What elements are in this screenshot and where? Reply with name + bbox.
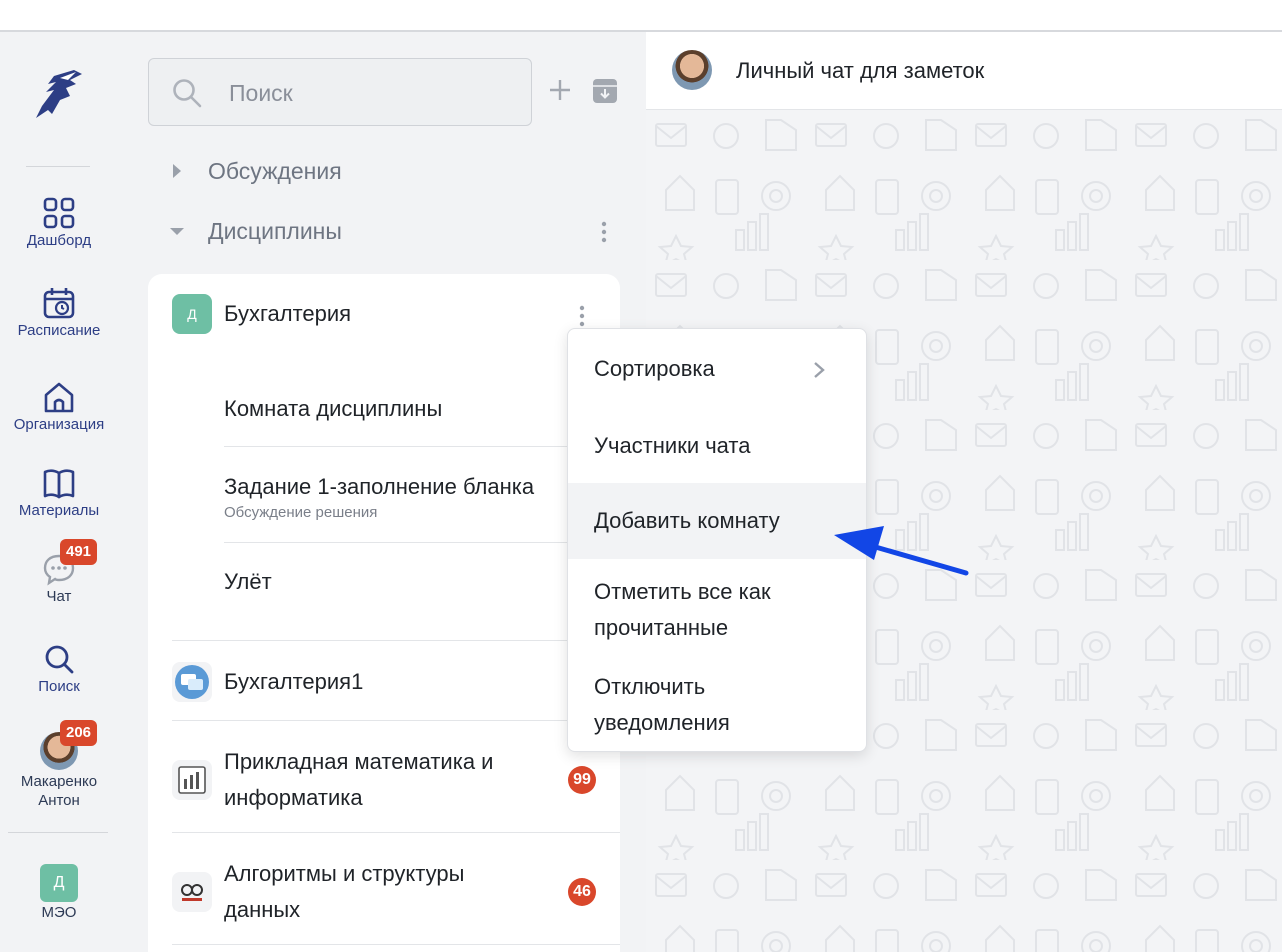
user-name-line1: Макаренко: [20, 773, 98, 790]
menu-item-sort[interactable]: Сортировка: [568, 351, 866, 387]
divider: [172, 720, 620, 721]
nav-organization[interactable]: Организация: [0, 380, 118, 433]
nav-organization-label: Организация: [13, 416, 105, 433]
logo-icon: [36, 70, 82, 118]
menu-item-sort-label: Сортировка: [594, 356, 715, 381]
chat-bubbles-icon: [175, 665, 209, 699]
menu-item-mute[interactable]: Отключить уведомления: [568, 669, 866, 741]
document-chart-icon: [178, 766, 206, 794]
nav-search-label: Поиск: [38, 678, 80, 695]
calendar-icon: [43, 288, 75, 319]
group-discussions-label: Обсуждения: [208, 157, 342, 184]
nav-profile[interactable]: Макаренко Антон 206: [0, 720, 118, 810]
more-vertical-icon[interactable]: [572, 304, 592, 328]
org-label: МЭО: [41, 904, 77, 921]
channel-name: Бухгалтерия1: [224, 669, 364, 694]
room-subtitle: Обсуждение решения: [224, 504, 378, 521]
left-rail: Дашборд Расписание Организация Материалы: [0, 32, 118, 952]
nav-chat[interactable]: Чат 491: [0, 539, 118, 605]
menu-item-add-room[interactable]: Добавить комнату: [568, 483, 866, 559]
top-bar: [0, 0, 1282, 32]
chat-header: Личный чат для заметок: [646, 32, 1282, 110]
mascot-logo-icon: [181, 884, 203, 901]
menu-item-mute-line1: Отключить: [594, 674, 706, 699]
book-icon: [43, 469, 75, 499]
rail-divider: [26, 166, 90, 167]
menu-item-mark-read-line2: прочитанные: [594, 615, 729, 640]
divider: [172, 944, 620, 945]
chat-title: Личный чат для заметок: [736, 58, 985, 83]
user-name-line2: Антон: [38, 792, 80, 809]
channel-item[interactable]: Д Бухгалтерия: [172, 294, 351, 334]
nav-dashboard-label: Дашборд: [26, 232, 92, 249]
room-name: Задание 1-заполнение бланка: [224, 474, 535, 499]
channel-item[interactable]: Бухгалтерия1: [172, 662, 363, 702]
channel-name: Бухгалтерия: [224, 301, 352, 326]
channel-name-line2: информатика: [224, 785, 363, 810]
group-discussions[interactable]: Обсуждения: [170, 156, 342, 186]
unread-count-badge: 46: [568, 878, 596, 906]
room-name: Улёт: [224, 569, 272, 594]
search-icon: [173, 79, 202, 108]
group-disciplines-label: Дисциплины: [208, 217, 342, 244]
rail-divider: [8, 832, 108, 833]
room-item[interactable]: Задание 1-заполнение бланка Обсуждение р…: [224, 474, 624, 521]
room-item[interactable]: Улёт: [224, 569, 624, 595]
nav-dashboard[interactable]: Дашборд: [0, 196, 118, 249]
dashboard-icon: [43, 197, 75, 229]
context-menu: Сортировка Участники чата Добавить комна…: [567, 328, 867, 752]
menu-item-mute-line2: уведомления: [594, 710, 730, 735]
channel-avatar: [172, 872, 212, 912]
chat-avatar: [672, 50, 712, 90]
divider: [172, 640, 620, 641]
search-icon: [45, 645, 74, 674]
nav-schedule[interactable]: Расписание: [0, 286, 118, 339]
room-name: Комната дисциплины: [224, 396, 443, 421]
chevron-right-icon: [814, 362, 825, 378]
more-vertical-icon[interactable]: [594, 220, 614, 244]
channel-name-line1: Прикладная математика и: [224, 749, 494, 774]
nav-materials-label: Материалы: [18, 502, 100, 519]
caret-right-icon: [173, 164, 181, 178]
menu-item-members[interactable]: Участники чата: [568, 428, 866, 464]
room-item[interactable]: Комната дисциплины: [224, 396, 624, 422]
home-icon: [44, 382, 74, 413]
channel-item[interactable]: Прикладная математика и информатика: [172, 740, 493, 820]
nav-materials[interactable]: Материалы: [0, 466, 118, 519]
channel-name-line1: Алгоритмы и структуры: [224, 861, 465, 886]
archive-icon[interactable]: [592, 78, 618, 104]
nav-search[interactable]: Поиск: [0, 642, 118, 695]
user-unread-badge: 206: [60, 720, 98, 746]
menu-item-add-room-label: Добавить комнату: [594, 508, 780, 533]
nav-chat-label: Чат: [46, 588, 72, 605]
unread-count-badge: 99: [568, 766, 596, 794]
channel-avatar: [172, 662, 212, 702]
caret-down-icon: [170, 228, 184, 235]
chat-unread-badge: 491: [60, 539, 98, 565]
channel-item[interactable]: Алгоритмы и структуры данных: [172, 852, 464, 932]
channel-name-line2: данных: [224, 897, 301, 922]
plus-icon[interactable]: [548, 78, 572, 102]
divider: [224, 446, 620, 447]
menu-item-mark-read[interactable]: Отметить все как прочитанные: [568, 574, 866, 646]
org-avatar: Д: [40, 864, 78, 902]
channel-avatar: [172, 760, 212, 800]
menu-item-members-label: Участники чата: [594, 433, 751, 458]
menu-item-mark-read-line1: Отметить все как: [594, 579, 771, 604]
divider: [172, 832, 620, 833]
nav-schedule-label: Расписание: [17, 322, 101, 339]
divider: [224, 542, 620, 543]
disciplines-card: Д Бухгалтерия Комната дисциплины Задание…: [148, 274, 620, 952]
search-input[interactable]: [229, 77, 519, 109]
channel-avatar: Д: [172, 294, 212, 334]
group-disciplines[interactable]: Дисциплины: [170, 216, 342, 246]
search-box[interactable]: [148, 58, 532, 126]
nav-org-switch[interactable]: Д МЭО: [0, 864, 118, 921]
